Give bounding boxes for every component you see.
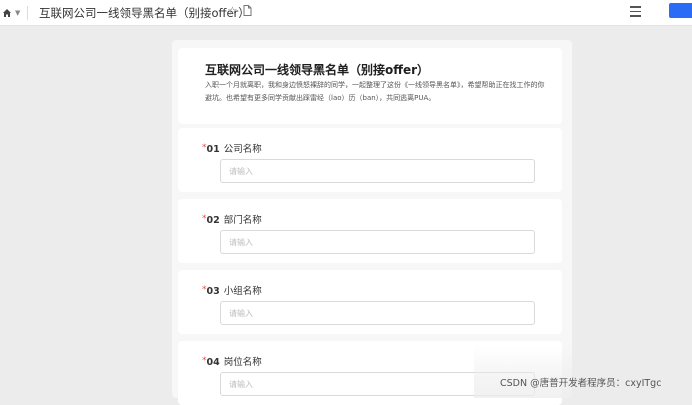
question-name: 岗位名称 <box>223 357 262 368</box>
question-number: 02 <box>206 215 220 226</box>
question-label: *01 公司名称 <box>202 141 262 155</box>
question-number: 04 <box>206 357 220 368</box>
form-title: 互联网公司一线领导黑名单（别接offer） <box>205 63 430 77</box>
question-card: *03 小组名称 <box>178 270 562 334</box>
file-icon[interactable] <box>243 5 252 16</box>
question-label: *02 部门名称 <box>202 212 262 226</box>
question-name: 小组名称 <box>223 286 262 297</box>
question-name: 部门名称 <box>223 215 262 226</box>
toolbar-divider <box>27 6 28 20</box>
required-mark: * <box>202 214 207 224</box>
question-number: 01 <box>206 144 220 155</box>
required-mark: * <box>202 143 207 153</box>
home-button[interactable]: ▼ <box>2 5 22 21</box>
question-card: *02 部门名称 <box>178 199 562 263</box>
team-name-input[interactable] <box>220 301 535 325</box>
question-name: 公司名称 <box>223 144 262 155</box>
question-card: *01 公司名称 <box>178 128 562 192</box>
home-icon <box>3 9 11 17</box>
department-name-input[interactable] <box>220 230 535 254</box>
question-label: *04 岗位名称 <box>202 354 262 368</box>
chevron-down-icon[interactable]: ▼ <box>15 9 20 17</box>
watermark-backdrop <box>474 346 692 398</box>
publish-button[interactable] <box>669 3 692 18</box>
watermark: CSDN @唐普开发者程序员：cxyITgc <box>500 378 662 389</box>
required-mark: * <box>202 285 207 295</box>
star-icon[interactable]: ☆ <box>227 4 238 18</box>
company-name-input[interactable] <box>220 159 535 183</box>
form-description: 入职一个月就离职，我和身边愤怒裸辞的同学，一起整理了这份《一线领导黑名单》，希望… <box>205 81 545 102</box>
menu-icon[interactable] <box>630 6 641 17</box>
question-number: 03 <box>206 286 220 297</box>
required-mark: * <box>202 356 207 366</box>
question-label: *03 小组名称 <box>202 283 262 297</box>
document-title[interactable]: 互联网公司一线领导黑名单（别接offer） <box>39 5 250 21</box>
top-toolbar: ▼ 互联网公司一线领导黑名单（别接offer） ☆ <box>0 0 692 26</box>
